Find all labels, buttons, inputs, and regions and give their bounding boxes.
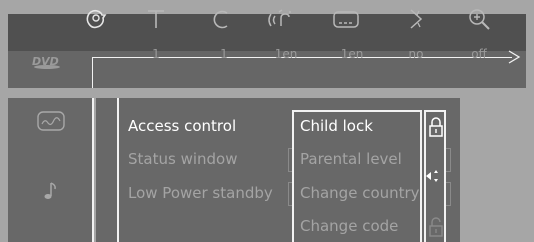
- menu-item-status-window[interactable]: Status window: [128, 150, 237, 168]
- left-panel-divider: [92, 98, 94, 242]
- osd-value-subtitle: 1en: [340, 47, 364, 61]
- osd-value-audio: 1en: [274, 47, 298, 61]
- subtitle-icon[interactable]: [328, 6, 364, 32]
- pointer-line-drop: [92, 57, 93, 88]
- submenu-item-parental-level[interactable]: Parental level: [300, 150, 402, 168]
- submenu-item-change-code[interactable]: Change code: [300, 217, 398, 235]
- submenu-item-change-country[interactable]: Change country: [300, 184, 420, 202]
- chapter-icon[interactable]: [203, 6, 239, 32]
- angle-icon[interactable]: [398, 6, 434, 32]
- title-icon[interactable]: [138, 6, 174, 32]
- menu-item-access-control[interactable]: Access control: [128, 117, 236, 135]
- arrow-right-icon: [507, 49, 521, 65]
- submenu-bracket-right-2: [446, 182, 451, 206]
- osd-value-zoom: off: [471, 47, 487, 61]
- settings-icon[interactable]: [78, 6, 114, 32]
- osd-value-title: 1: [152, 47, 160, 61]
- menu-item-low-power-standby[interactable]: Low Power standby: [128, 184, 273, 202]
- lock-closed-icon[interactable]: [428, 116, 444, 138]
- audio-language-icon[interactable]: [262, 6, 298, 32]
- lock-open-icon[interactable]: [428, 216, 444, 238]
- submenu-item-child-lock[interactable]: Child lock: [300, 117, 373, 135]
- zoom-icon[interactable]: [462, 6, 498, 32]
- osd-value-chapter: 1: [220, 47, 228, 61]
- music-note-icon[interactable]: [42, 180, 62, 202]
- main-menu-divider: [117, 98, 119, 242]
- dvd-logo: DVD: [30, 54, 64, 70]
- submenu-bracket-right: [446, 148, 451, 172]
- arrows-icon[interactable]: [425, 167, 441, 185]
- picture-settings-icon[interactable]: [36, 110, 66, 132]
- osd-value-angle: no: [408, 47, 424, 61]
